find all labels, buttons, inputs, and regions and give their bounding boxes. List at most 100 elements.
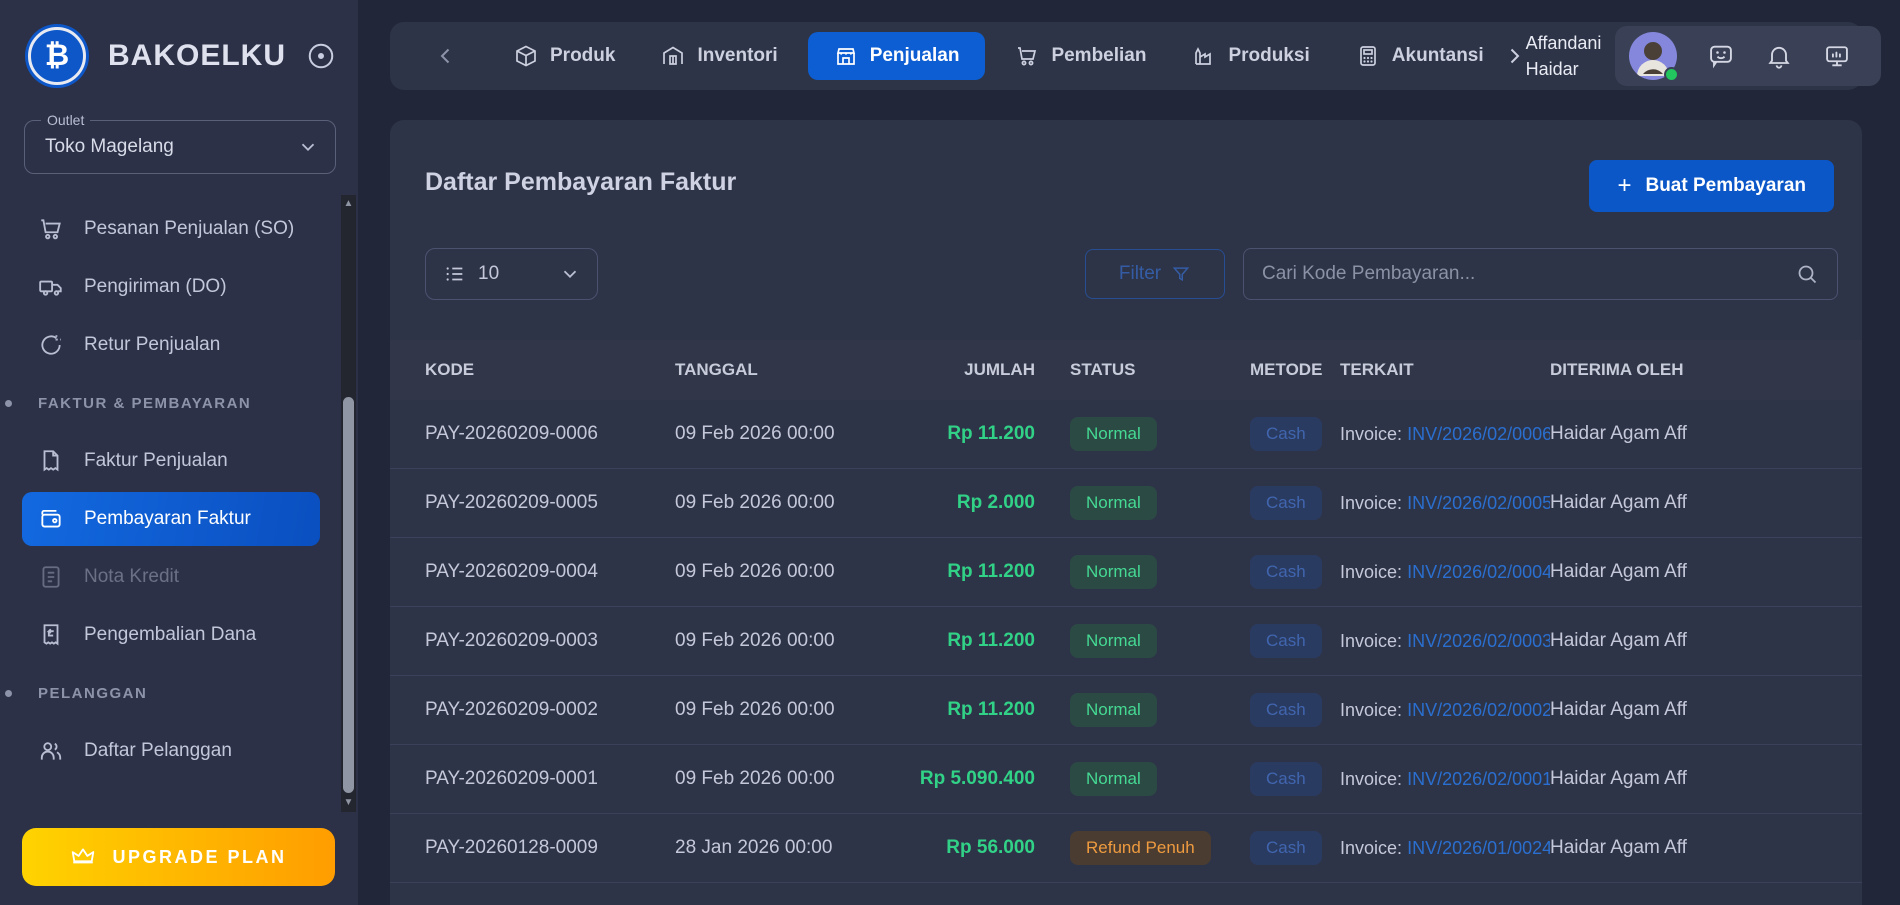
chevron-right-icon[interactable]	[1502, 44, 1526, 68]
page-size-select[interactable]: 10	[425, 248, 598, 300]
invoice-link[interactable]: INV/2026/01/0024	[1407, 838, 1550, 858]
method-badge: Cash	[1250, 693, 1322, 727]
related-invoice: Invoice: INV/2026/02/0001	[1340, 769, 1550, 790]
received-by: Haidar Agam Aff	[1550, 423, 1862, 445]
invoice-link[interactable]: INV/2026/02/0004	[1407, 562, 1550, 582]
table-row[interactable]: PAY-20260209-0006 09 Feb 2026 00:00 Rp 1…	[390, 400, 1862, 469]
payment-amount: Rp 11.200	[895, 630, 1035, 652]
payment-code: PAY-20260128-0009	[425, 837, 675, 859]
scrollbar-thumb[interactable]	[343, 397, 354, 793]
funnel-icon	[1171, 264, 1191, 284]
search-box	[1243, 248, 1838, 300]
warehouse-icon	[661, 44, 685, 68]
payment-amount: Rp 11.200	[895, 561, 1035, 583]
method-badge: Cash	[1250, 762, 1322, 796]
table-row[interactable]: PAY-20260128-0009 28 Jan 2026 00:00 Rp 5…	[390, 814, 1862, 883]
status-badge: Normal	[1070, 693, 1157, 727]
sidebar-item-retur-penjualan[interactable]: Retur Penjualan	[0, 316, 358, 374]
search-input[interactable]	[1262, 263, 1795, 285]
status-badge: Normal	[1070, 624, 1157, 658]
chevron-down-icon	[297, 136, 319, 158]
table-controls: 10 Filter	[425, 248, 1838, 300]
invoice-prefix: Invoice:	[1340, 631, 1402, 651]
wallet-icon	[38, 506, 64, 532]
payment-code: PAY-20260209-0005	[425, 492, 675, 514]
factory-icon	[1192, 44, 1216, 68]
tab-akuntansi[interactable]: Akuntansi	[1340, 32, 1500, 80]
filter-button[interactable]: Filter	[1085, 249, 1225, 299]
outlet-select[interactable]: Outlet Toko Magelang	[24, 120, 336, 174]
outlet-value: Toko Magelang	[45, 136, 297, 158]
tab-produksi[interactable]: Produksi	[1176, 32, 1325, 80]
monitor-icon[interactable]	[1823, 42, 1851, 70]
top-navbar: Produk Inventori Penjualan Pembelian Pro…	[390, 22, 1862, 90]
scroll-down-icon[interactable]: ▼	[341, 796, 356, 810]
invoice-link[interactable]: INV/2026/02/0006	[1407, 424, 1550, 444]
payment-date: 09 Feb 2026 00:00	[675, 699, 895, 721]
upgrade-plan-button[interactable]: UPGRADE PLAN	[22, 828, 335, 886]
user-name: Affandani Haidar	[1526, 30, 1602, 82]
sidebar-item-pembayaran-faktur[interactable]: Pembayaran Faktur	[22, 492, 320, 546]
payment-code: PAY-20260209-0003	[425, 630, 675, 652]
related-invoice: Invoice: INV/2026/01/0024	[1340, 838, 1550, 859]
sidebar-item-pengembalian-dana[interactable]: Pengembalian Dana	[0, 606, 358, 664]
tab-label: Produk	[550, 45, 615, 67]
invoice-prefix: Invoice:	[1340, 424, 1402, 444]
sidebar-item-pengiriman[interactable]: Pengiriman (DO)	[0, 258, 358, 316]
sidebar-item-daftar-pelanggan[interactable]: Daftar Pelanggan	[0, 722, 358, 780]
sidebar-item-label: Pengiriman (DO)	[84, 276, 227, 298]
sidebar-item-label: Pengembalian Dana	[84, 624, 256, 646]
sidebar-item-label: Daftar Pelanggan	[84, 740, 232, 762]
filter-label: Filter	[1119, 263, 1161, 285]
nav-tabs: Produk Inventori Penjualan Pembelian Pro…	[498, 32, 1500, 80]
chevron-down-icon	[559, 263, 581, 285]
table-row[interactable]: PAY-20260209-0005 09 Feb 2026 00:00 Rp 2…	[390, 469, 1862, 538]
plus-icon: +	[1617, 172, 1631, 200]
tab-penjualan[interactable]: Penjualan	[808, 32, 986, 80]
invoice-link[interactable]: INV/2026/02/0003	[1407, 631, 1550, 651]
payment-amount: Rp 56.000	[895, 837, 1035, 859]
invoice-prefix: Invoice:	[1340, 769, 1402, 789]
table-row[interactable]: PAY-20260209-0004 09 Feb 2026 00:00 Rp 1…	[390, 538, 1862, 607]
scroll-up-icon[interactable]: ▲	[341, 197, 356, 211]
table-row[interactable]: PAY-20260209-0003 09 Feb 2026 00:00 Rp 1…	[390, 607, 1862, 676]
tab-inventori[interactable]: Inventori	[645, 32, 793, 80]
invoice-link[interactable]: INV/2026/02/0001	[1407, 769, 1550, 789]
sidebar-item-faktur-penjualan[interactable]: Faktur Penjualan	[0, 432, 358, 490]
sidebar-item-pesanan-penjualan[interactable]: Pesanan Penjualan (SO)	[0, 200, 358, 258]
main-panel: Daftar Pembayaran Faktur + Buat Pembayar…	[390, 120, 1862, 905]
chat-smiley-icon[interactable]	[1707, 42, 1735, 70]
payment-amount: Rp 5.090.400	[895, 768, 1035, 790]
sidebar-scrollbar[interactable]: ▲ ▼	[341, 195, 356, 812]
search-icon[interactable]	[1795, 262, 1819, 286]
chevron-left-icon[interactable]	[434, 44, 458, 68]
tab-label: Penjualan	[870, 45, 960, 67]
received-by: Haidar Agam Aff	[1550, 492, 1862, 514]
calculator-icon	[1356, 44, 1380, 68]
tab-produk[interactable]: Produk	[498, 32, 631, 80]
create-payment-button[interactable]: + Buat Pembayaran	[1589, 160, 1834, 212]
status-badge: Normal	[1070, 486, 1157, 520]
invoice-link[interactable]: INV/2026/02/0002	[1407, 700, 1550, 720]
table-header-row: KODE TANGGAL JUMLAH STATUS METODE TERKAI…	[390, 340, 1862, 400]
related-invoice: Invoice: INV/2026/02/0006	[1340, 424, 1550, 445]
circle-dot-icon[interactable]	[306, 41, 336, 71]
page-size-value: 10	[478, 263, 547, 285]
col-header-kode: KODE	[425, 360, 675, 380]
payment-date: 28 Jan 2026 00:00	[675, 837, 895, 859]
invoice-prefix: Invoice:	[1340, 700, 1402, 720]
sidebar-item-nota-kredit[interactable]: Nota Kredit	[0, 548, 358, 606]
received-by: Haidar Agam Aff	[1550, 768, 1862, 790]
related-invoice: Invoice: INV/2026/02/0004	[1340, 562, 1550, 583]
method-badge: Cash	[1250, 417, 1322, 451]
sidebar-item-label: Pesanan Penjualan (SO)	[84, 218, 294, 240]
col-header-tanggal: TANGGAL	[675, 360, 895, 380]
list-icon	[444, 263, 466, 285]
avatar[interactable]	[1629, 32, 1677, 80]
invoice-link[interactable]: INV/2026/02/0005	[1407, 493, 1550, 513]
bell-icon[interactable]	[1765, 42, 1793, 70]
table-row[interactable]: PAY-20260209-0001 09 Feb 2026 00:00 Rp 5…	[390, 745, 1862, 814]
table-row[interactable]: PAY-20260209-0002 09 Feb 2026 00:00 Rp 1…	[390, 676, 1862, 745]
tab-pembelian[interactable]: Pembelian	[999, 32, 1162, 80]
col-header-diterima: DITERIMA OLEH	[1550, 360, 1862, 380]
